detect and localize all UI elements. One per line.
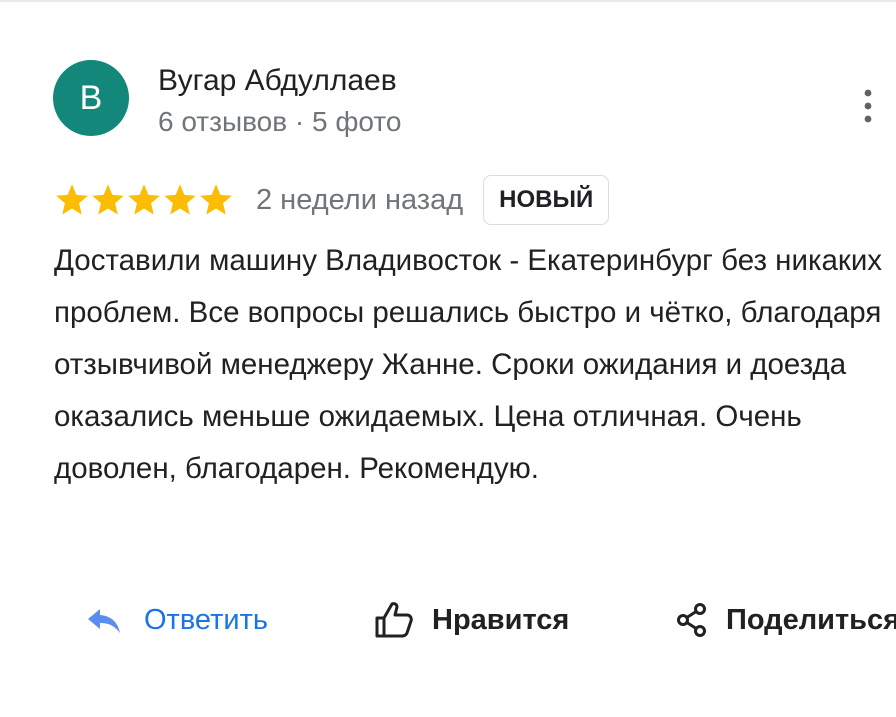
top-divider (0, 0, 896, 2)
share-icon (677, 603, 706, 637)
more-options-button[interactable] (852, 86, 884, 126)
review-text: Доставили машину Владивосток - Екатеринб… (54, 244, 883, 485)
star-icon (128, 184, 160, 215)
review-actions: Ответить Нравится Поделиться (0, 590, 896, 650)
new-badge: НОВЫЙ (483, 175, 610, 225)
author-name[interactable]: Вугар Абдуллаев (158, 64, 397, 98)
like-button[interactable]: Нравится (374, 590, 569, 650)
star-icon (200, 184, 232, 215)
like-label: Нравится (432, 603, 570, 636)
review-age: 2 недели назад (256, 183, 464, 216)
star-icon (56, 184, 88, 215)
avatar[interactable]: B (53, 60, 129, 136)
share-label: Поделиться (726, 603, 896, 636)
more-vert-icon (864, 89, 872, 123)
reply-icon (88, 609, 120, 633)
thumb-up-icon (375, 602, 413, 638)
rating-row: 2 недели назад НОВЫЙ (54, 174, 610, 226)
star-icon (164, 184, 196, 215)
reply-label: Ответить (144, 603, 268, 636)
reply-button[interactable]: Ответить (86, 590, 268, 650)
author-meta: 6 отзывов · 5 фото (158, 106, 402, 137)
share-button[interactable]: Поделиться (676, 590, 896, 650)
star-rating (54, 182, 234, 218)
star-icon (92, 184, 124, 215)
